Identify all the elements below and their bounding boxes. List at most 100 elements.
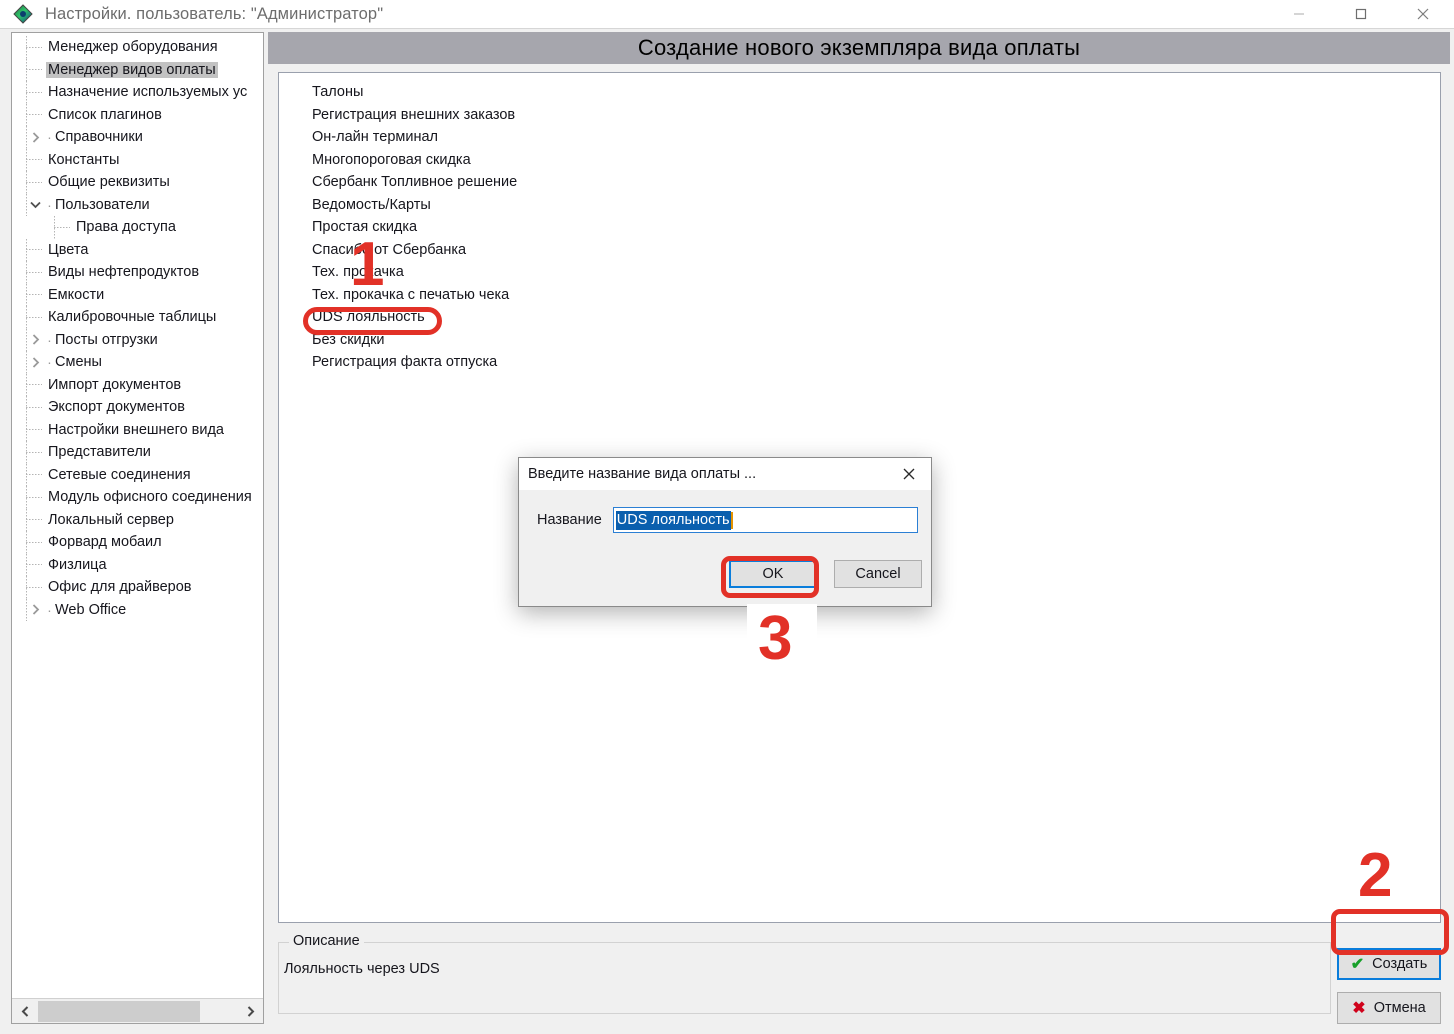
payment-type-item[interactable]: Многопороговая скидка: [312, 149, 1440, 172]
sidebar-item-11[interactable]: Емкости: [12, 283, 263, 306]
cancel-button[interactable]: ✖ Отмена: [1337, 992, 1441, 1024]
chevron-right-icon[interactable]: [24, 329, 46, 351]
payment-type-label: Он-лайн терминал: [312, 129, 438, 146]
tree-guide-line: [26, 193, 27, 216]
tree-dot: ·: [47, 331, 52, 348]
sidebar-item-14[interactable]: · Смены: [12, 351, 263, 374]
sidebar-item-label: Список плагинов: [48, 106, 162, 123]
chevron-right-icon[interactable]: [237, 999, 263, 1024]
sidebar-item-1[interactable]: Менеджер видов оплаты: [12, 58, 263, 81]
sidebar-item-5[interactable]: Константы: [12, 148, 263, 171]
tree-dot: ·: [47, 601, 52, 618]
chevron-left-icon[interactable]: [12, 999, 38, 1024]
app-window: Настройки. пользователь: "Администратор"…: [0, 0, 1454, 1034]
sidebar-item-20[interactable]: Модуль офисного соединения: [12, 486, 263, 509]
sidebar-item-21[interactable]: Локальный сервер: [12, 508, 263, 531]
sidebar-item-label: Web Office: [55, 601, 127, 618]
sidebar-item-label: Калибровочные таблицы: [48, 309, 217, 326]
sidebar-item-13[interactable]: · Посты отгрузки: [12, 328, 263, 351]
sidebar-item-label: Справочники: [55, 129, 143, 146]
sidebar-item-label: Настройки внешнего вида: [48, 421, 224, 438]
sidebar-item-15[interactable]: Импорт документов: [12, 373, 263, 396]
payment-type-item[interactable]: Он-лайн терминал: [312, 126, 1440, 149]
annotation-number-3: 3: [758, 604, 793, 673]
tree-branch-dashes: [24, 396, 46, 418]
tree-branch-dashes: [24, 441, 46, 463]
sidebar-item-25[interactable]: · Web Office: [12, 598, 263, 621]
sidebar-item-8[interactable]: Права доступа: [12, 216, 263, 239]
payment-type-item[interactable]: Сбербанк Топливное решение: [312, 171, 1440, 194]
sidebar-item-22[interactable]: Форвард мобаил: [12, 531, 263, 554]
tree-branch-dashes: [24, 149, 46, 171]
sidebar-item-4[interactable]: · Справочники: [12, 126, 263, 149]
chevron-right-icon[interactable]: [24, 351, 46, 373]
dialog-cancel-button[interactable]: Cancel: [834, 560, 922, 588]
payment-type-item[interactable]: Простая скидка: [312, 216, 1440, 239]
sidebar-item-12[interactable]: Калибровочные таблицы: [12, 306, 263, 329]
tree-dot: ·: [47, 354, 52, 371]
tree-branch-dashes: [24, 306, 46, 328]
settings-tree[interactable]: Менеджер оборудования Менеджер видов опла…: [12, 33, 263, 997]
tree-branch-dashes: [24, 171, 46, 193]
close-icon[interactable]: [1392, 0, 1454, 28]
description-text: Лояльность через UDS: [284, 961, 440, 977]
payment-type-item[interactable]: Регистрация факта отпуска: [312, 351, 1440, 374]
sidebar-item-0[interactable]: Менеджер оборудования: [12, 36, 263, 59]
chevron-right-icon[interactable]: [24, 126, 46, 148]
sidebar-item-7[interactable]: · Пользователи: [12, 193, 263, 216]
tree-dot: ·: [47, 196, 52, 213]
sidebar-item-16[interactable]: Экспорт документов: [12, 396, 263, 419]
tree-guide-line: [26, 328, 27, 351]
chevron-right-icon[interactable]: [24, 599, 46, 621]
sidebar-item-17[interactable]: Настройки внешнего вида: [12, 418, 263, 441]
payment-type-label: Без скидки: [312, 331, 385, 348]
dialog-close-icon[interactable]: [887, 458, 931, 490]
tree-branch-dashes: [24, 284, 46, 306]
sidebar-item-label: Виды нефтепродуктов: [48, 264, 200, 281]
tree-branch-dashes: [24, 81, 46, 103]
payment-type-item[interactable]: Регистрация внешних заказов: [312, 104, 1440, 127]
x-icon: ✖: [1352, 1000, 1366, 1017]
payment-type-label: Талоны: [312, 84, 364, 101]
payment-type-label: Многопороговая скидка: [312, 151, 471, 168]
minimize-icon[interactable]: [1268, 0, 1330, 28]
payment-type-item[interactable]: Спасибо от Сбербанка: [312, 239, 1440, 262]
create-button[interactable]: ✔ Создать: [1337, 948, 1441, 980]
sidebar-horizontal-scrollbar[interactable]: [12, 998, 263, 1023]
tree-branch-dashes: [24, 531, 46, 553]
sidebar-item-10[interactable]: Виды нефтепродуктов: [12, 261, 263, 284]
payment-type-item[interactable]: Без скидки: [312, 329, 1440, 352]
sidebar-item-label: Смены: [55, 354, 102, 371]
sidebar-item-label: Посты отгрузки: [55, 331, 158, 348]
sidebar-item-24[interactable]: Офис для драйверов: [12, 576, 263, 599]
sidebar-item-18[interactable]: Представители: [12, 441, 263, 464]
check-icon: ✔: [1350, 956, 1365, 973]
payment-type-item[interactable]: Тех. прокачка с печатью чека: [312, 284, 1440, 307]
payment-type-item[interactable]: Ведомость/Карты: [312, 194, 1440, 217]
payment-type-item[interactable]: Талоны: [312, 81, 1440, 104]
payment-type-item[interactable]: UDS лояльность: [312, 306, 1440, 329]
scrollbar-track[interactable]: [38, 999, 237, 1024]
sidebar-item-2[interactable]: Назначение используемых ус: [12, 81, 263, 104]
annotation-number-1: 1: [350, 230, 385, 299]
sidebar-item-23[interactable]: Физлица: [12, 553, 263, 576]
text-caret: [730, 511, 733, 529]
sidebar-item-6[interactable]: Общие реквизиты: [12, 171, 263, 194]
sidebar-item-9[interactable]: Цвета: [12, 238, 263, 261]
sidebar-item-label: Представители: [48, 444, 151, 461]
name-input[interactable]: UDS лояльность: [612, 507, 918, 533]
tree-dot: ·: [47, 129, 52, 146]
sidebar-item-label: Локальный сервер: [48, 511, 174, 528]
scrollbar-thumb[interactable]: [38, 1000, 200, 1022]
payment-type-item[interactable]: Тех. прокачка: [312, 261, 1440, 284]
sidebar-item-label: Права доступа: [76, 219, 176, 236]
sidebar-item-19[interactable]: Сетевые соединения: [12, 463, 263, 486]
window-titlebar: Настройки. пользователь: "Администратор": [0, 0, 1454, 28]
sidebar-item-3[interactable]: Список плагинов: [12, 103, 263, 126]
tree-branch-dashes: [24, 374, 46, 396]
maximize-icon[interactable]: [1330, 0, 1392, 28]
dialog-ok-button[interactable]: OK: [729, 560, 817, 588]
sidebar-item-label: Емкости: [48, 286, 105, 303]
chevron-down-icon[interactable]: [24, 194, 46, 216]
tree-branch-dashes: [24, 239, 46, 261]
